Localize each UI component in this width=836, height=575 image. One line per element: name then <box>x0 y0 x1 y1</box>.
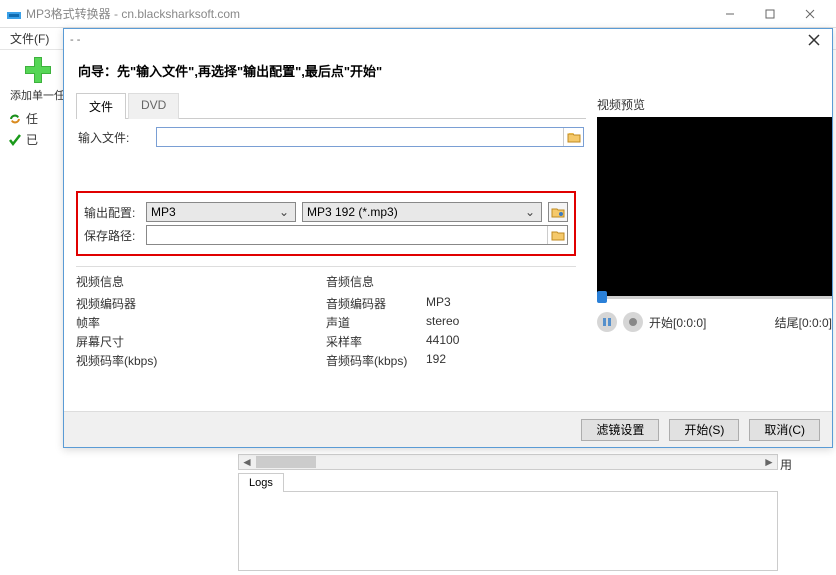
output-format-value: MP3 <box>151 205 277 219</box>
start-time: [0:0:0] <box>673 316 706 330</box>
video-preview-area <box>597 117 832 297</box>
video-preview-label: 视频预览 <box>597 92 832 117</box>
check-icon <box>8 133 22 147</box>
scroll-thumb[interactable] <box>256 456 316 468</box>
input-file-label: 输入文件: <box>78 129 148 146</box>
audio-channel-label: 声道 <box>326 314 426 331</box>
wizard-heading: 向导：先"输入文件",再选择"输出配置",最后点"开始" <box>64 51 832 86</box>
audio-channel-value: stereo <box>426 314 459 331</box>
video-preview-panel: 视频预览 <box>597 92 832 297</box>
browse-save-path-button[interactable] <box>547 226 567 244</box>
wizard-dialog: - - 向导：先"输入文件",再选择"输出配置",最后点"开始" 文件 DVD … <box>63 28 833 448</box>
save-path-wrap <box>146 225 568 245</box>
main-titlebar: MP3格式转换器 - cn.blacksharksoft.com <box>0 0 836 28</box>
seek-track <box>597 296 832 299</box>
audio-samplerate-label: 采样率 <box>326 333 426 350</box>
input-file-wrap <box>156 127 584 147</box>
input-file-row: 输入文件: <box>76 119 586 149</box>
add-single-task-label: 添加单一任 <box>10 87 65 103</box>
dialog-footer: 滤镜设置 开始(S) 取消(C) <box>64 411 832 447</box>
audio-encoder-value: MP3 <box>426 295 451 312</box>
video-encoder-label: 视频编码器 <box>76 295 176 312</box>
audio-bitrate-label: 音频码率(kbps) <box>326 352 426 369</box>
bg-text-fragment: 用 <box>780 456 792 473</box>
scroll-right-button[interactable]: ► <box>761 455 777 469</box>
video-info-title: 视频信息 <box>76 273 326 290</box>
add-single-task-button[interactable]: 添加单一任 <box>4 52 71 105</box>
video-size-label: 屏幕尺寸 <box>76 333 176 350</box>
close-button[interactable] <box>790 2 830 26</box>
media-info-section: 视频信息 视频编码器 帧率 屏幕尺寸 视频码率(kbps) 音频信息 音频编码器… <box>76 266 576 370</box>
tab-dvd[interactable]: DVD <box>128 93 179 119</box>
output-config-section: 输出配置: MP3 ⌄ MP3 192 (*.mp3) ⌄ 保存路径: <box>76 191 576 256</box>
save-path-field[interactable] <box>147 226 547 244</box>
audio-encoder-label: 音频编码器 <box>326 295 426 312</box>
input-tabstrip: 文件 DVD <box>76 92 586 119</box>
maximize-button[interactable] <box>750 2 790 26</box>
horizontal-scrollbar[interactable]: ◄ ► <box>238 454 778 470</box>
output-profile-value: MP3 192 (*.mp3) <box>307 205 523 219</box>
output-config-label: 输出配置: <box>84 204 140 221</box>
seek-thumb[interactable] <box>597 291 607 303</box>
video-info-col: 视频信息 视频编码器 帧率 屏幕尺寸 视频码率(kbps) <box>76 273 326 370</box>
end-time-group: 结尾[0:0:0] <box>775 314 832 331</box>
input-file-field[interactable] <box>157 128 563 146</box>
chevron-down-icon: ⌄ <box>523 205 537 219</box>
start-time-group: 开始[0:0:0] <box>649 314 706 331</box>
scroll-track[interactable] <box>255 455 761 469</box>
tree-item-label: 已 <box>26 131 38 148</box>
logs-tab[interactable]: Logs <box>238 473 284 492</box>
menu-file[interactable]: 文件(F) <box>4 28 55 49</box>
end-time: [0:0:0] <box>799 316 832 330</box>
browse-input-button[interactable] <box>563 128 583 146</box>
plus-icon <box>22 54 54 86</box>
start-button[interactable]: 开始(S) <box>669 419 739 441</box>
seek-slider[interactable] <box>597 290 832 304</box>
audio-info-title: 音频信息 <box>326 273 576 290</box>
dialog-title: - - <box>70 34 802 46</box>
main-window-title: MP3格式转换器 - cn.blacksharksoft.com <box>26 5 710 22</box>
play-pause-button[interactable] <box>597 312 617 332</box>
end-label: 结尾 <box>775 316 799 330</box>
audio-samplerate-value: 44100 <box>426 333 459 350</box>
player-controls: 开始[0:0:0] 结尾[0:0:0] <box>597 290 832 332</box>
app-icon <box>6 6 22 22</box>
output-format-select[interactable]: MP3 ⌄ <box>146 202 296 222</box>
profile-settings-button[interactable] <box>548 202 568 222</box>
scroll-left-button[interactable]: ◄ <box>239 455 255 469</box>
cancel-button[interactable]: 取消(C) <box>749 419 820 441</box>
audio-bitrate-value: 192 <box>426 352 446 369</box>
window-controls <box>710 2 830 26</box>
chevron-down-icon: ⌄ <box>277 205 291 219</box>
stop-button[interactable] <box>623 312 643 332</box>
output-profile-select[interactable]: MP3 192 (*.mp3) ⌄ <box>302 202 542 222</box>
video-fps-label: 帧率 <box>76 314 176 331</box>
tab-file[interactable]: 文件 <box>76 93 126 119</box>
tree-item-label: 任 <box>26 110 38 127</box>
audio-info-col: 音频信息 音频编码器MP3 声道stereo 采样率44100 音频码率(kbp… <box>326 273 576 370</box>
dialog-close-button[interactable] <box>802 30 826 50</box>
minimize-button[interactable] <box>710 2 750 26</box>
video-bitrate-label: 视频码率(kbps) <box>76 352 176 369</box>
logs-textarea[interactable] <box>238 491 778 571</box>
dialog-titlebar: - - <box>64 29 832 51</box>
save-path-label: 保存路径: <box>84 227 140 244</box>
logs-panel: Logs <box>238 472 778 572</box>
refresh-icon <box>8 112 22 126</box>
filter-settings-button[interactable]: 滤镜设置 <box>581 419 659 441</box>
start-label: 开始 <box>649 316 673 330</box>
